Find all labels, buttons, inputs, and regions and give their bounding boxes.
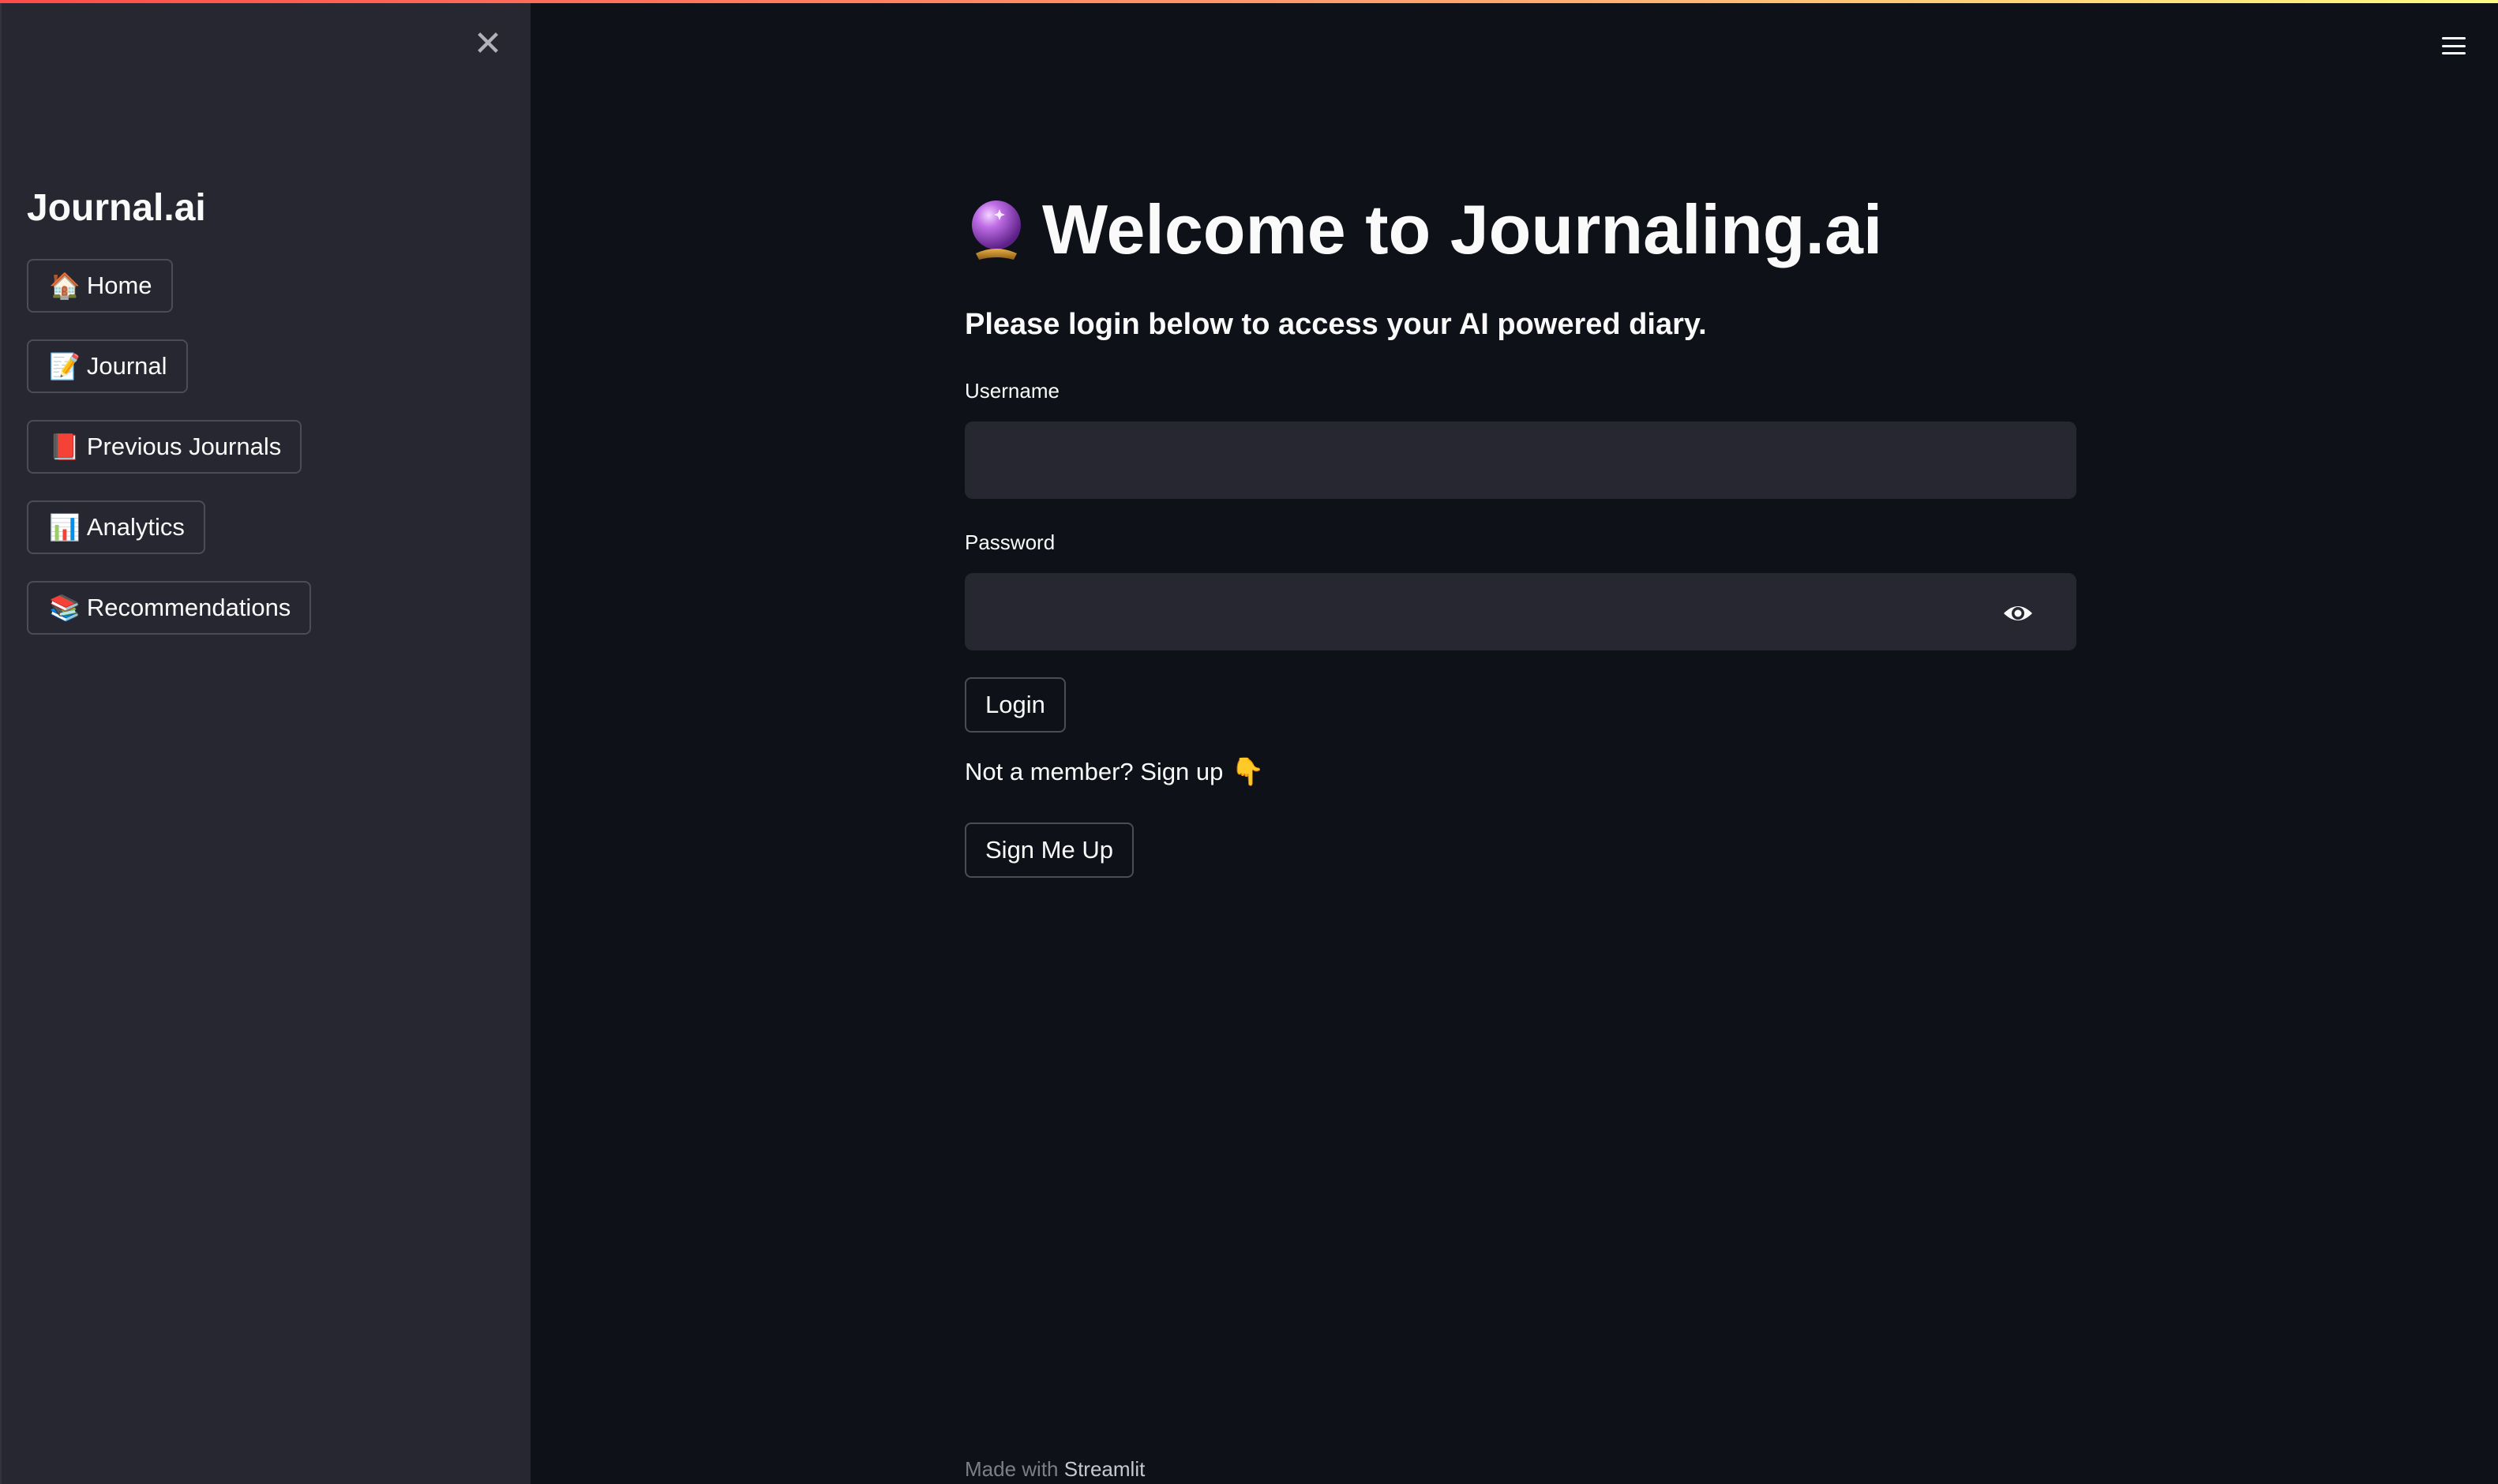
sidebar-item-previous-journals[interactable]: 📕 Previous Journals	[27, 420, 302, 474]
sign-me-up-button[interactable]: Sign Me Up	[965, 823, 1134, 878]
close-icon[interactable]: ✕	[472, 27, 504, 62]
username-field-container	[965, 422, 2076, 499]
footer-prefix: Made with	[965, 1457, 1059, 1481]
pointing-down-icon: 👇	[1231, 757, 1265, 787]
password-field-container	[965, 573, 2076, 650]
sidebar-item-label: Journal	[86, 352, 167, 380]
page-subtitle: Please login below to access your AI pow…	[965, 308, 1707, 341]
signup-prompt-text: Not a member? Sign up	[965, 758, 1224, 785]
footer: Made with Streamlit	[965, 1457, 1145, 1482]
sidebar-title: Journal.ai	[27, 187, 206, 229]
page-title-text: Welcome to Journaling.ai	[1042, 190, 1883, 268]
book-icon: 📕	[49, 433, 81, 461]
sidebar-item-analytics[interactable]: 📊 Analytics	[27, 500, 205, 554]
page-title: Welcome to Journaling.ai	[965, 189, 1882, 270]
sidebar-item-journal[interactable]: 📝 Journal	[27, 339, 188, 393]
password-input[interactable]	[966, 575, 2075, 649]
memo-icon: 📝	[49, 352, 81, 380]
top-accent-bar	[0, 0, 2498, 3]
login-button[interactable]: Login	[965, 677, 1066, 733]
signup-prompt: Not a member? Sign up 👇	[965, 756, 1265, 788]
sidebar-item-recommendations[interactable]: 📚 Recommendations	[27, 581, 312, 635]
username-label: Username	[965, 379, 1060, 403]
sidebar-item-label: Home	[86, 272, 152, 299]
sidebar-item-label: Analytics	[86, 513, 185, 541]
hamburger-menu-icon[interactable]	[2440, 32, 2468, 60]
password-label: Password	[965, 530, 1056, 554]
crystal-ball-icon	[972, 200, 1021, 260]
sidebar-item-label: Previous Journals	[86, 433, 282, 460]
bar-chart-icon: 📊	[49, 513, 81, 542]
sidebar: ✕ Journal.ai 🏠 Home 📝 Journal 📕 Previous…	[0, 0, 531, 1484]
house-icon: 🏠	[49, 272, 81, 300]
streamlit-link[interactable]: Streamlit	[1064, 1457, 1146, 1481]
sidebar-item-home[interactable]: 🏠 Home	[27, 259, 173, 313]
username-input[interactable]	[966, 423, 2075, 497]
sidebar-item-label: Recommendations	[86, 594, 291, 621]
books-icon: 📚	[49, 594, 81, 622]
eye-icon[interactable]	[2002, 601, 2034, 626]
